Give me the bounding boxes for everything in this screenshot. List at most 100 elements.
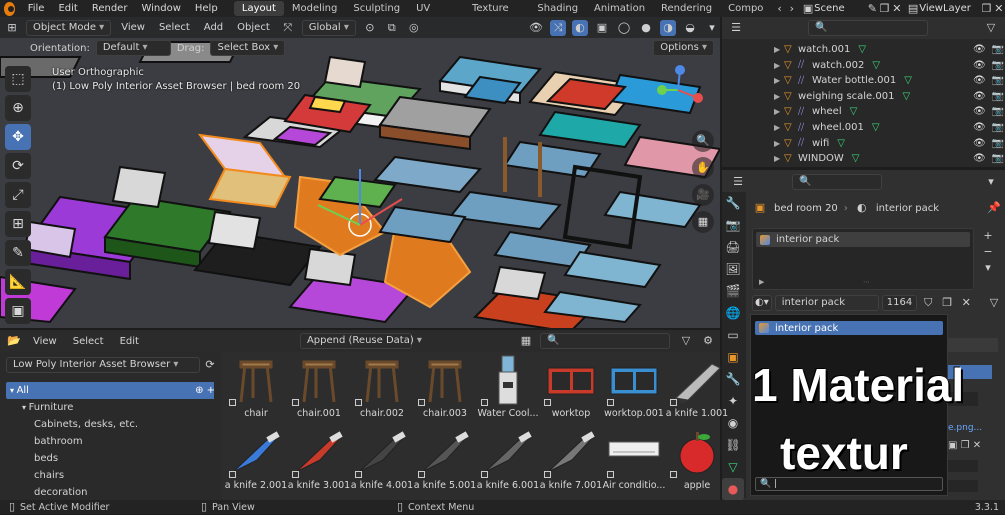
display-mode-icon[interactable]: ▦ [518, 333, 534, 349]
popup-search-input[interactable]: 🔍 | [755, 477, 943, 491]
visibility-icon[interactable]: 👁 [528, 20, 544, 36]
catalog-item[interactable]: beds [6, 450, 214, 467]
add-slot-icon[interactable]: + [980, 228, 996, 244]
asset-item[interactable]: chair.003 [413, 354, 477, 419]
xray-icon[interactable]: ▣ [594, 20, 610, 36]
outliner-search-input[interactable]: 🔍 [808, 20, 928, 36]
pan-hand-icon[interactable]: ✋ [692, 157, 714, 179]
outliner-row[interactable]: ▶ ▽ weighing scale.001 ▽ 👁 📷 [722, 89, 1005, 104]
shading-material-icon[interactable]: ◑ [660, 19, 676, 36]
tab-sculpting[interactable]: Sculpting [345, 1, 408, 16]
tab-layout[interactable]: Layout [233, 1, 284, 16]
asset-item[interactable]: a knife 2.001 [224, 426, 288, 491]
material-slot-item[interactable]: interior pack [756, 232, 970, 247]
eye-icon[interactable]: 👁 [973, 60, 986, 71]
browse-material-button[interactable]: ◐▾ [752, 294, 772, 311]
expand-arrow-icon[interactable]: ▶ [774, 76, 784, 85]
outliner-row[interactable]: ▶ ▽ ⧸⧸ wheel ▽ 👁 📷 [722, 104, 1005, 119]
menu-render[interactable]: Render [85, 3, 135, 14]
popup-item-interior-pack[interactable]: interior pack [755, 321, 943, 335]
chevron-left-icon[interactable]: ‹ [773, 1, 785, 17]
image-file-label[interactable]: e.png... [948, 423, 982, 433]
expand-arrow-icon[interactable]: ▶ [774, 139, 784, 148]
move-tool-icon[interactable]: ✥ [5, 124, 31, 150]
catalog-item[interactable]: Cabinets, desks, etc. [6, 416, 214, 433]
drag-selector[interactable]: Select Box [210, 40, 286, 56]
outliner-row[interactable]: ▶ ▽ ⧸⧸ wifi ▽ 👁 📷 [722, 136, 1005, 151]
expand-arrow-icon[interactable]: ▶ [774, 45, 784, 54]
expand-arrow-icon[interactable]: ▶ [774, 154, 784, 163]
chevron-down-icon-2[interactable]: ▾ [983, 174, 999, 190]
shading-wireframe-icon[interactable]: ◯ [616, 20, 632, 36]
output-tab-icon[interactable]: 🖨 [722, 236, 744, 258]
asset-menu-view[interactable]: View [28, 336, 62, 347]
catalog-item[interactable]: bathroom [6, 433, 214, 450]
shading-rendered-icon[interactable]: ◒ [682, 20, 698, 36]
expand-icon[interactable]: ▶ [759, 278, 764, 286]
proportional-icon[interactable]: ◎ [406, 20, 422, 36]
properties-search-input[interactable]: 🔍 [792, 174, 882, 190]
scene-selector[interactable]: Scene [814, 3, 866, 14]
import-mode-selector[interactable]: Append (Reuse Data) [299, 333, 414, 349]
asset-item[interactable]: a knife 7.001 [539, 426, 603, 491]
world-tab-icon[interactable]: 🌐 [722, 302, 744, 324]
copy-icon-2[interactable]: ❐ [980, 1, 992, 17]
dropdown-1[interactable] [948, 460, 978, 472]
eye-icon[interactable]: 👁 [973, 153, 986, 164]
asset-item[interactable]: a knife 6.001 [476, 426, 540, 491]
transform-tool-icon[interactable]: ⊞ [5, 211, 31, 237]
tab-uv-editing[interactable]: UV Editing [408, 1, 464, 29]
viewport-menu-add[interactable]: Add [200, 22, 227, 33]
viewport-menu-object[interactable]: Object [233, 22, 274, 33]
pin-icon[interactable]: ✎ [866, 1, 878, 17]
camera-render-icon[interactable]: 📷 [992, 153, 1004, 164]
duplicate-icon[interactable]: ❐ [939, 295, 955, 311]
editor-type-icon[interactable]: ⊞ [4, 20, 20, 36]
tab-animation[interactable]: Animation [586, 1, 653, 16]
asset-menu-edit[interactable]: Edit [115, 336, 144, 347]
camera-icon[interactable]: 🎥 [692, 184, 714, 206]
annotate-tool-icon[interactable]: ✎ [5, 240, 31, 266]
transform-orientation-selector[interactable]: Global [301, 19, 356, 36]
expand-arrow-icon[interactable]: ▶ [774, 61, 784, 70]
asset-item[interactable]: Water Cool... [476, 354, 540, 419]
eye-icon[interactable]: 👁 [973, 91, 986, 102]
close-icon-2[interactable]: ✕ [993, 1, 1005, 17]
gizmo-toggle-icon[interactable]: ⤨ [550, 19, 566, 36]
select-box-tool-icon[interactable]: ⬚ [5, 66, 31, 92]
shading-solid-icon[interactable]: ● [638, 20, 654, 36]
snap-icon[interactable]: ⧉ [384, 20, 400, 36]
asset-item[interactable]: a knife 3.001 [287, 426, 351, 491]
refresh-icon[interactable]: ⟳ [202, 357, 218, 373]
library-selector[interactable]: Low Poly Interior Asset Browser [6, 357, 200, 373]
slot-menu-icon[interactable]: ▾ [980, 260, 996, 276]
asset-item[interactable]: worktop [539, 354, 603, 419]
eye-icon[interactable]: 👁 [973, 138, 986, 149]
pin-icon-2[interactable]: 📌 [986, 200, 1002, 216]
asset-item[interactable]: chair.002 [350, 354, 414, 419]
filter-icon[interactable]: ▽ [983, 20, 999, 36]
filter-icon-2[interactable]: ▽ [986, 295, 1002, 311]
navigation-gizmo[interactable] [648, 60, 708, 120]
catalog-item[interactable]: chairs [6, 467, 214, 484]
eye-icon[interactable]: 👁 [973, 75, 986, 86]
camera-render-icon[interactable]: 📷 [992, 106, 1004, 117]
remove-slot-icon[interactable]: − [980, 244, 996, 260]
dropdown-2[interactable] [948, 480, 978, 492]
pivot-icon[interactable]: ⊙ [362, 20, 378, 36]
material-name-field[interactable]: interior pack [774, 294, 879, 311]
asset-item[interactable]: chair [224, 354, 288, 419]
tab-shading[interactable]: Shading [529, 1, 586, 16]
unlink-icon[interactable]: ✕ [958, 295, 974, 311]
material-slot-list[interactable]: interior pack ▶ ⋯ [752, 228, 974, 290]
menu-edit[interactable]: Edit [51, 3, 84, 14]
add-cube-tool-icon[interactable]: ▣ [5, 298, 31, 324]
outliner-editor-icon[interactable]: ☰ [728, 20, 744, 36]
asset-menu-select[interactable]: Select [68, 336, 109, 347]
catalog-item[interactable]: ▾ Furniture [6, 399, 214, 416]
asset-item[interactable]: a knife 5.001 [413, 426, 477, 491]
close-icon[interactable]: ✕ [891, 1, 903, 17]
tab-compositing[interactable]: Compo [720, 1, 771, 16]
menu-file[interactable]: File [21, 3, 52, 14]
rotate-tool-icon[interactable]: ⟳ [5, 153, 31, 179]
